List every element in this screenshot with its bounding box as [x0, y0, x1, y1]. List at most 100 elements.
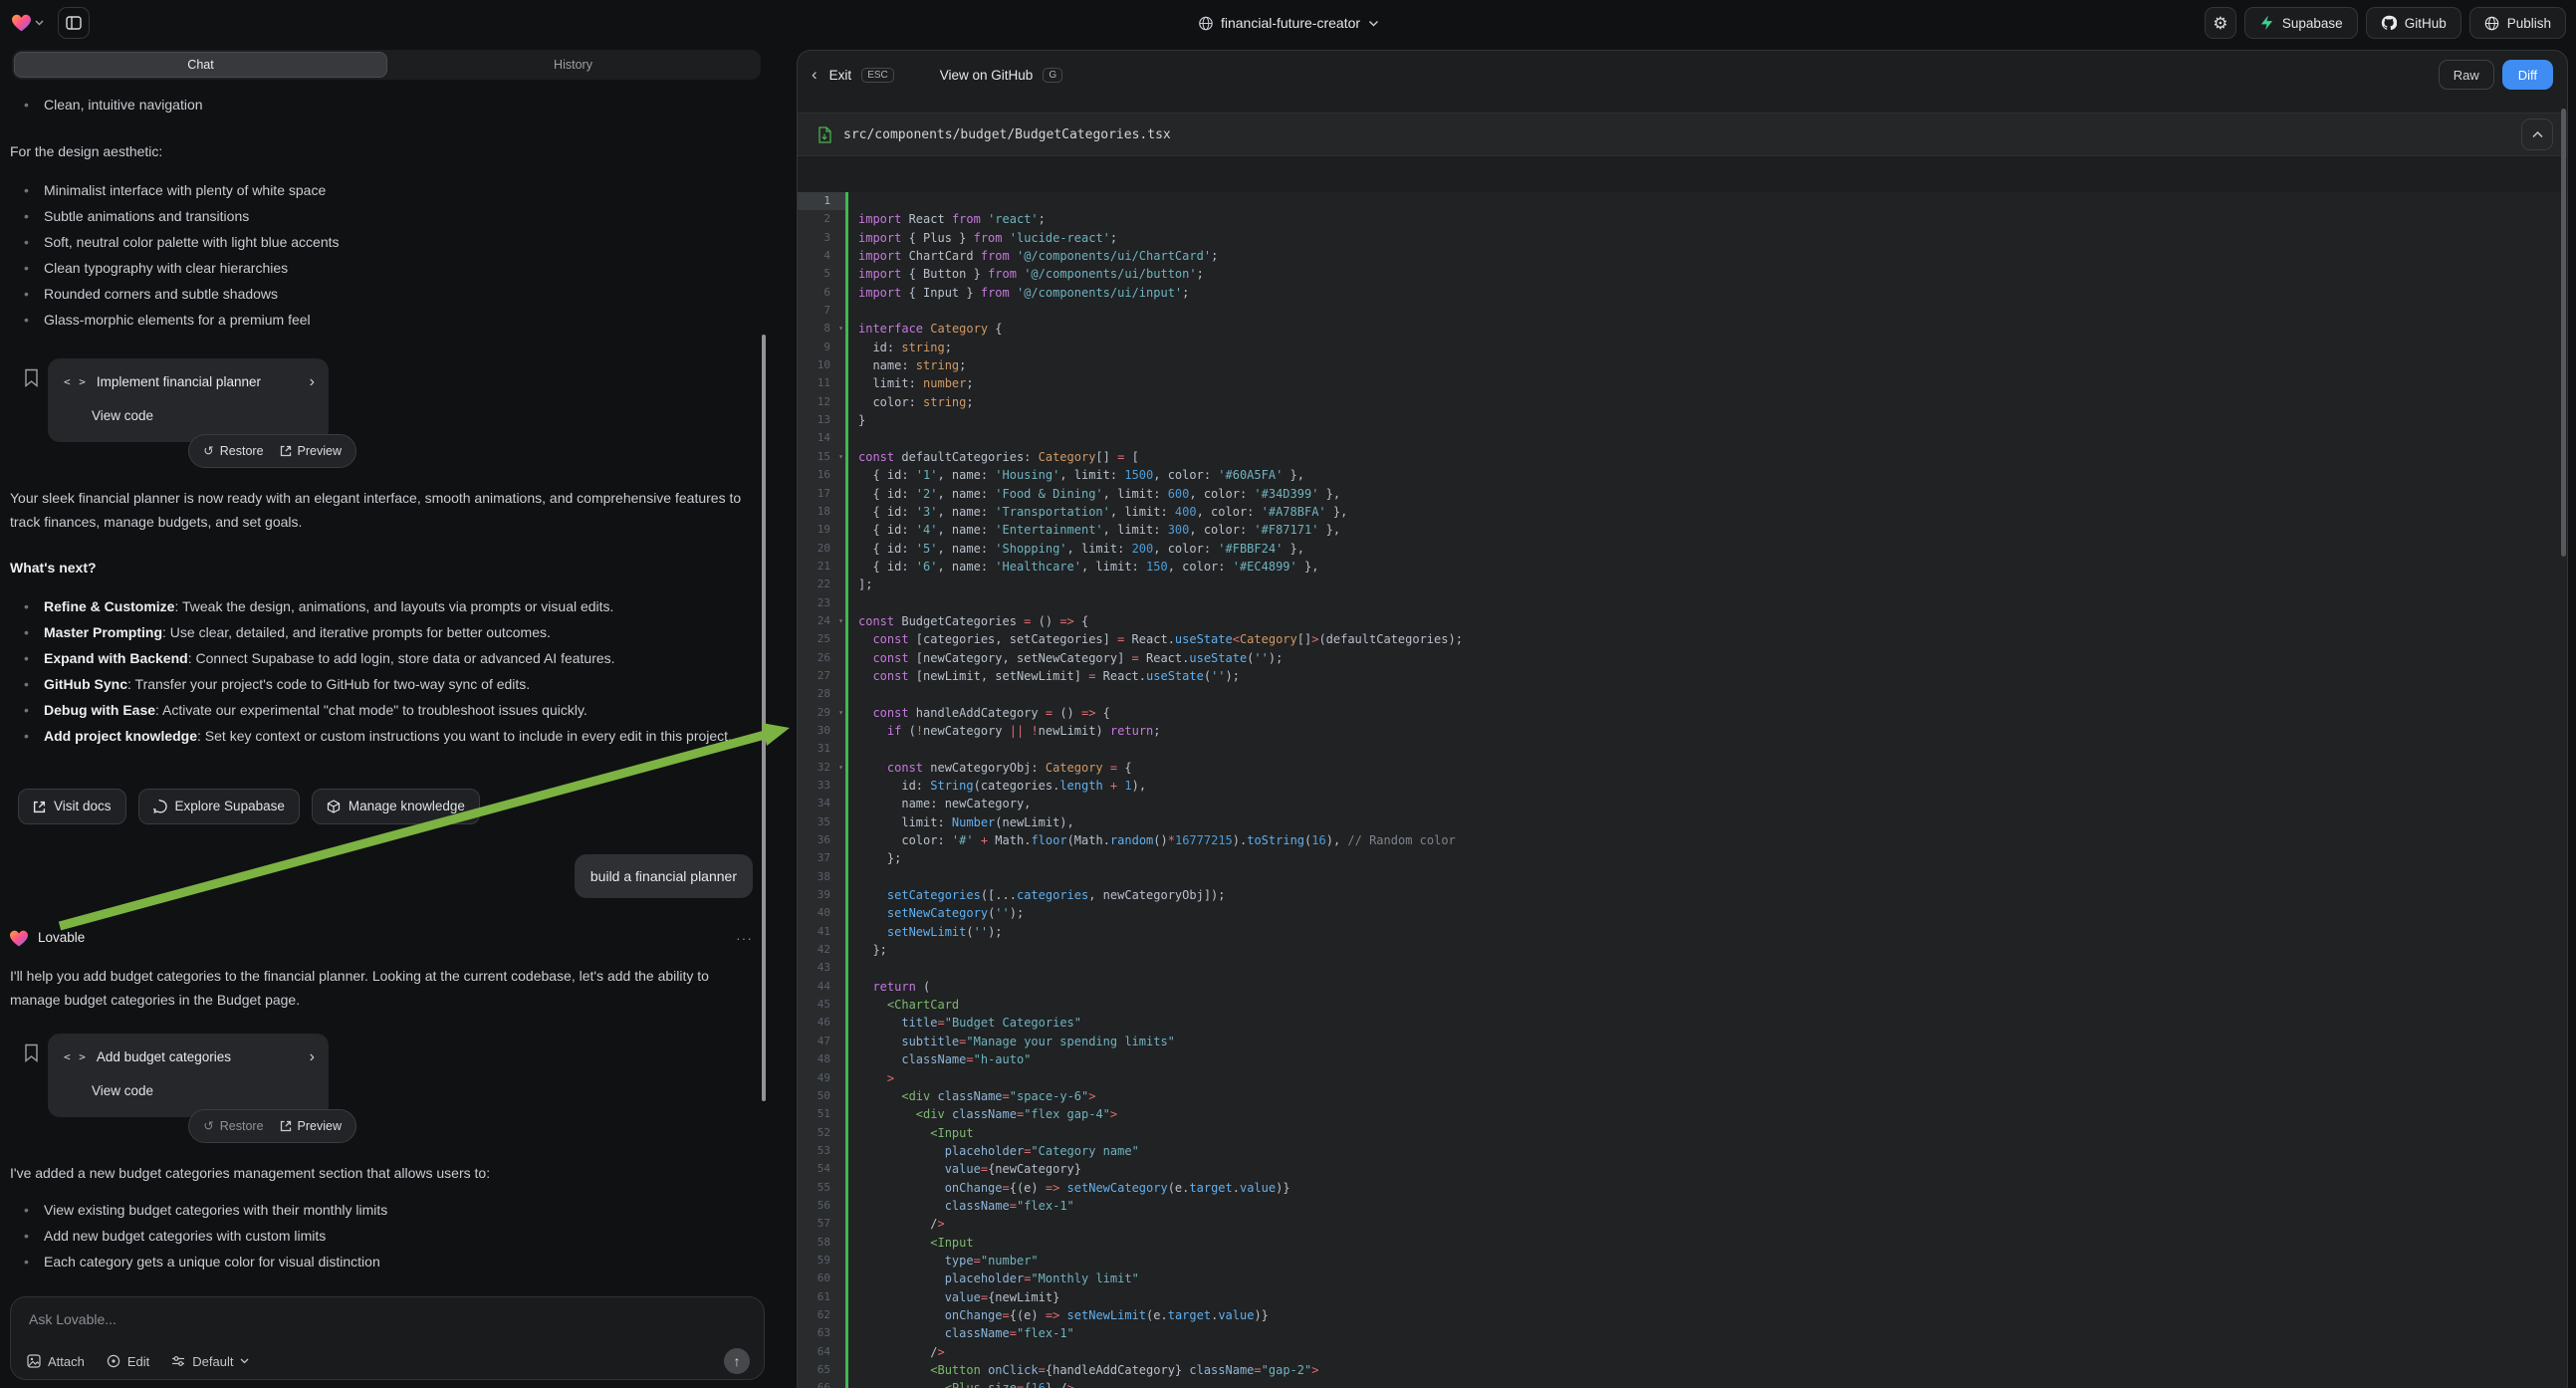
topbar: financial-future-creator ⚙ Supabase GitH… [0, 0, 2576, 46]
settings-button[interactable]: ⚙ [2205, 7, 2236, 39]
chat-input[interactable] [27, 1309, 750, 1335]
list-item: Soft, neutral color palette with light b… [10, 229, 753, 255]
code-edit-card-1: < > Implement financial planner › View c… [10, 358, 753, 442]
restore-button[interactable]: ↺ Restore [203, 1114, 263, 1138]
project-switcher[interactable]: financial-future-creator [1198, 0, 1378, 46]
file-header[interactable]: src/components/budget/BudgetCategories.t… [798, 113, 2567, 156]
list-item: Rounded corners and subtle shadows [10, 281, 753, 307]
code-line: 64 /> [798, 1343, 2567, 1361]
lovable-logo-menu[interactable] [12, 14, 44, 32]
publish-button[interactable]: Publish [2469, 7, 2566, 39]
code-line: 43 [798, 959, 2567, 977]
edit-card-title: Add budget categories [97, 1045, 231, 1069]
list-item: Add project knowledge: Set key context o… [10, 723, 753, 749]
code-line: 18 { id: '3', name: 'Transportation', li… [798, 503, 2567, 521]
package-icon [327, 800, 341, 813]
manage-knowledge-button[interactable]: Manage knowledge [312, 789, 480, 824]
code-line: 8▾interface Category { [798, 320, 2567, 338]
panel-icon [66, 16, 82, 30]
code-icon: < > [64, 1045, 87, 1069]
code-line: 50 <div className="space-y-6"> [798, 1087, 2567, 1105]
list-item: Expand with Backend: Connect Supabase to… [10, 645, 753, 671]
code-line: 9 id: string; [798, 339, 2567, 356]
code-viewer-header: ‹ Exit ESC View on GitHub G Raw Diff [798, 51, 2567, 99]
code-line: 35 limit: Number(newLimit), [798, 813, 2567, 831]
restore-button[interactable]: ↺ Restore [203, 439, 263, 463]
card-actions: ↺ Restore Preview [188, 434, 356, 468]
sliders-icon [171, 1355, 185, 1367]
code-line: 26 const [newCategory, setNewCategory] =… [798, 649, 2567, 667]
code-line: 48 className="h-auto" [798, 1050, 2567, 1068]
toggle-sidebar-button[interactable] [58, 7, 90, 39]
card-actions: ↺ Restore Preview [188, 1109, 356, 1143]
preview-button[interactable]: Preview [280, 439, 342, 463]
chevron-right-icon: › [310, 1049, 315, 1065]
added-feature-list: View existing budget categories with the… [10, 1197, 753, 1274]
edit-card[interactable]: < > Implement financial planner › View c… [48, 358, 329, 442]
design-aesthetic-heading: For the design aesthetic: [10, 139, 753, 163]
code-icon: < > [64, 370, 87, 394]
code-line: 11 limit: number; [798, 374, 2567, 392]
code-viewer-panel: ‹ Exit ESC View on GitHub G Raw Diff src… [797, 50, 2568, 1388]
next-steps-list: Refine & Customize: Tweak the design, an… [10, 593, 753, 749]
collapse-file-button[interactable] [2521, 118, 2553, 150]
code-scrollbar[interactable] [2561, 109, 2566, 557]
chat-message-list: Clean, intuitive navigation For the desi… [0, 84, 775, 1292]
tab-history[interactable]: History [387, 52, 759, 78]
code-line: 34 name: newCategory, [798, 795, 2567, 812]
message-menu-button[interactable]: ··· [736, 926, 753, 950]
list-item: Minimalist interface with plenty of whit… [10, 177, 753, 203]
model-selector[interactable]: Default [171, 1354, 249, 1369]
edit-mode-button[interactable]: Edit [107, 1354, 149, 1369]
github-label: GitHub [2405, 16, 2447, 31]
diff-toggle-button[interactable]: Diff [2502, 60, 2553, 90]
code-line: 37 }; [798, 849, 2567, 867]
code-line: 61 value={newLimit} [798, 1288, 2567, 1306]
list-item: Master Prompting: Use clear, detailed, a… [10, 619, 753, 645]
lovable-heart-icon [10, 930, 28, 947]
restore-icon: ↺ [203, 1114, 213, 1138]
code-editor: 12import React from 'react';3import { Pl… [798, 192, 2567, 1388]
code-line: 2import React from 'react'; [798, 210, 2567, 228]
code-line: 17 { id: '2', name: 'Food & Dining', lim… [798, 485, 2567, 503]
visit-docs-button[interactable]: Visit docs [18, 789, 126, 824]
view-code-link[interactable]: View code [92, 404, 315, 428]
code-line: 36 color: '#' + Math.floor(Math.random()… [798, 831, 2567, 849]
code-line: 58 <Input [798, 1234, 2567, 1252]
list-item: Refine & Customize: Tweak the design, an… [10, 593, 753, 619]
view-code-link[interactable]: View code [92, 1079, 315, 1103]
image-icon [27, 1354, 41, 1368]
chat-bubble-icon [153, 800, 167, 813]
code-line: 23 [798, 594, 2567, 612]
code-line: 52 <Input [798, 1124, 2567, 1142]
exit-button[interactable]: Exit [829, 68, 852, 83]
code-line: 65 <Button onClick={handleAddCategory} c… [798, 1361, 2567, 1379]
code-line: 55 onChange={(e) => setNewCategory(e.tar… [798, 1179, 2567, 1197]
code-line: 20 { id: '5', name: 'Shopping', limit: 2… [798, 540, 2567, 558]
edit-card[interactable]: < > Add budget categories › View code ↺ … [48, 1034, 329, 1117]
whats-next-heading: What's next? [10, 556, 753, 579]
bookmark-icon [24, 368, 42, 442]
tab-chat[interactable]: Chat [14, 52, 387, 78]
list-item: Clean typography with clear hierarchies [10, 255, 753, 281]
view-on-github-button[interactable]: View on GitHub [940, 68, 1034, 83]
raw-toggle-button[interactable]: Raw [2439, 60, 2494, 90]
send-button[interactable]: ↑ [724, 1348, 750, 1374]
restore-icon: ↺ [203, 439, 213, 463]
code-line: 44 return ( [798, 978, 2567, 996]
assistant-text: I've added a new budget categories manag… [10, 1161, 753, 1185]
code-line: 14 [798, 429, 2567, 447]
code-line: 54 value={newCategory} [798, 1160, 2567, 1178]
preview-button[interactable]: Preview [280, 1114, 342, 1138]
code-line: 33 id: String(categories.length + 1), [798, 777, 2567, 795]
assistant-text: Your sleek financial planner is now read… [10, 486, 753, 534]
list-item: GitHub Sync: Transfer your project's cod… [10, 671, 753, 697]
chat-scrollbar[interactable] [762, 335, 766, 1101]
code-line: 47 subtitle="Manage your spending limits… [798, 1033, 2567, 1050]
github-button[interactable]: GitHub [2366, 7, 2461, 39]
external-link-icon [33, 801, 46, 813]
attach-button[interactable]: Attach [27, 1354, 85, 1369]
explore-supabase-button[interactable]: Explore Supabase [138, 789, 300, 824]
supabase-button[interactable]: Supabase [2244, 7, 2358, 39]
external-link-icon [280, 445, 292, 457]
